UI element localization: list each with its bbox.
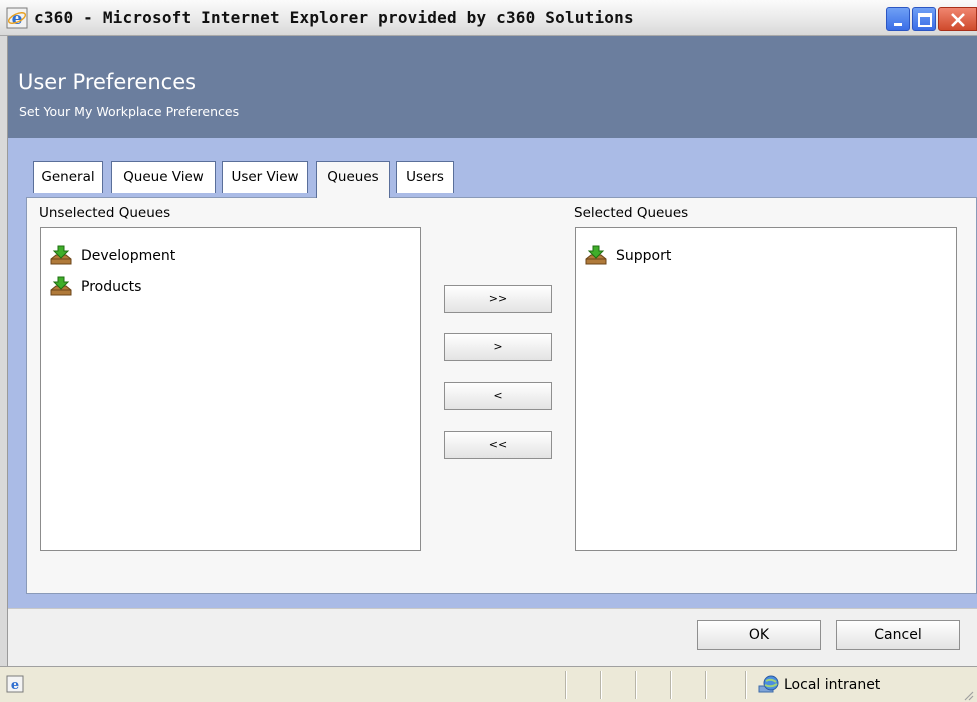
ie-icon: e [6, 7, 28, 29]
minimize-icon [894, 23, 902, 26]
resize-grip-icon[interactable] [962, 689, 974, 701]
queue-name: Support [616, 248, 672, 264]
status-divider [565, 671, 567, 699]
security-zone-label: Local intranet [784, 677, 881, 693]
add-button[interactable]: > [444, 333, 552, 361]
status-divider [745, 671, 747, 699]
status-divider [670, 671, 672, 699]
status-divider [635, 671, 637, 699]
globe-icon [758, 675, 779, 693]
remove-all-button[interactable]: << [444, 431, 552, 459]
tab-general[interactable]: General [33, 161, 103, 193]
svg-text:e: e [12, 9, 23, 29]
unselected-queues-list[interactable]: Development Products [40, 227, 421, 551]
status-divider [600, 671, 602, 699]
queue-inbox-icon [50, 245, 72, 265]
window-frame [0, 36, 8, 666]
tab-users[interactable]: Users [396, 161, 454, 193]
maximize-button[interactable] [912, 7, 936, 31]
queue-name: Products [81, 279, 142, 295]
status-divider [705, 671, 707, 699]
maximize-icon [918, 13, 932, 27]
selected-queues-list[interactable]: Support [575, 227, 957, 551]
status-bar: e Local intranet [0, 666, 977, 702]
page-subtitle: Set Your My Workplace Preferences [19, 104, 240, 119]
close-icon [951, 13, 965, 27]
queue-name: Development [81, 248, 176, 264]
add-all-button[interactable]: >> [444, 285, 552, 313]
queue-inbox-icon [50, 276, 72, 296]
tab-queue-view[interactable]: Queue View [111, 161, 216, 193]
svg-text:e: e [11, 678, 19, 693]
selected-queues-label: Selected Queues [574, 205, 689, 221]
window-title: c360 - Microsoft Internet Explorer provi… [34, 8, 634, 27]
dialog-footer [8, 608, 977, 666]
unselected-queues-label: Unselected Queues [39, 205, 171, 221]
minimize-button[interactable] [886, 7, 910, 31]
page-icon: e [6, 675, 24, 693]
close-button[interactable] [938, 7, 977, 31]
dialog-header: User Preferences Set Your My Workplace P… [8, 36, 977, 138]
queue-inbox-icon [585, 245, 607, 265]
ok-button[interactable]: OK [697, 620, 821, 650]
tab-queues[interactable]: Queues [316, 161, 390, 198]
tab-user-view[interactable]: User View [222, 161, 308, 193]
page-title: User Preferences [18, 70, 197, 94]
window-titlebar[interactable]: e c360 - Microsoft Internet Explorer pro… [0, 0, 977, 36]
remove-button[interactable]: < [444, 382, 552, 410]
cancel-button[interactable]: Cancel [836, 620, 960, 650]
